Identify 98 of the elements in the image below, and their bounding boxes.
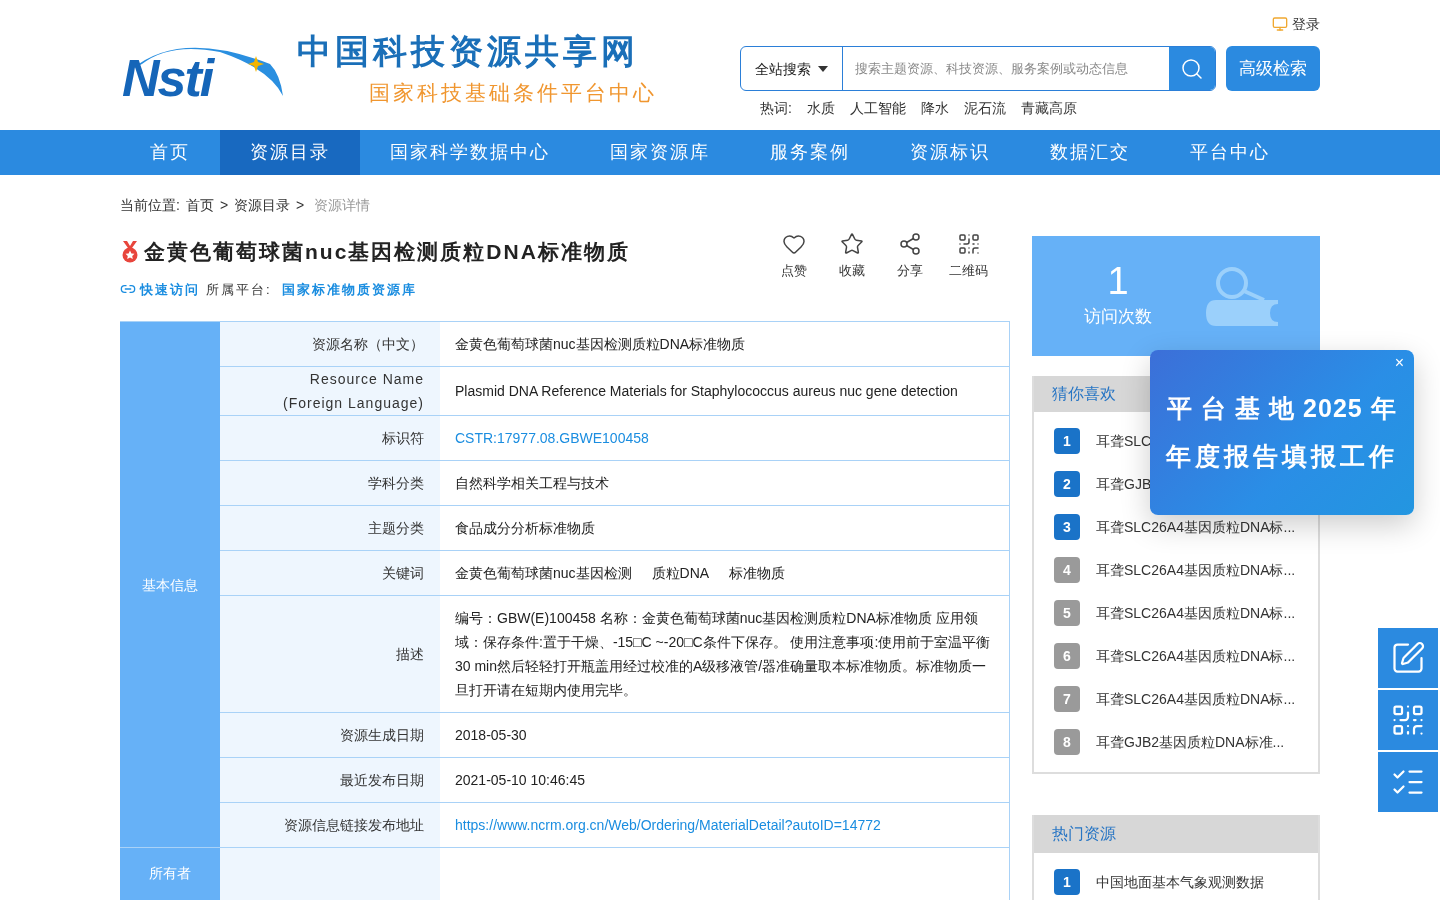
visit-count: 1 xyxy=(1107,262,1129,301)
group-header: 所有者 xyxy=(120,848,220,900)
medal-icon xyxy=(120,240,140,263)
field-value: 食品成分分析标准物质 xyxy=(455,519,595,538)
field-value: 2018-05-30 xyxy=(455,726,527,745)
nav-tab[interactable]: 国家科学数据中心 xyxy=(360,130,580,175)
platform-link[interactable]: 国家标准物质资源库 xyxy=(281,279,417,299)
resource-link[interactable]: 耳聋SLC26A4基因质粒DNA标... xyxy=(1096,689,1296,709)
hot-word-link[interactable]: 降水 xyxy=(920,98,949,118)
field-label: 描述 xyxy=(220,596,440,712)
search-button[interactable] xyxy=(1169,47,1215,90)
panel-title: 热门资源 xyxy=(1052,824,1116,844)
resource-link[interactable]: 耳聋SLC26A4基因质粒DNA标... xyxy=(1096,560,1296,580)
field-value: 编号：GBW(E)100458 名称：金黄色葡萄球菌nuc基因检测质粒DNA标准物质 应用领域：保存条件:置于干燥、-15□C ~-20□C条件下保存。 使用注意事项:使用前于室温平衡30 min然后轻轻打开瓶盖用经过校准的A级移液管/器准确量取本标准物质。标准物质一旦打开请在短期内使用完毕。 xyxy=(455,609,992,700)
resource-link[interactable]: 耳聋SLC26A4基因质粒DNA标... xyxy=(1096,603,1296,623)
hot-words-label: 热词: xyxy=(760,99,792,118)
visit-label: 访问次数 xyxy=(1084,306,1152,329)
breadcrumb-link[interactable]: 首页 xyxy=(185,195,214,215)
field-label: 标识符 xyxy=(220,416,440,460)
heart-icon xyxy=(782,232,806,256)
breadcrumb-link[interactable]: 资源目录 xyxy=(234,195,291,215)
action-button[interactable]: 收藏 xyxy=(833,232,871,299)
qr-code-icon xyxy=(956,232,981,256)
side-tool-button[interactable] xyxy=(1378,690,1438,750)
search-icon xyxy=(1180,56,1204,81)
notice-popup[interactable]: × 平 台 基 地 2025 年 年度报告填报工作 xyxy=(1150,350,1414,515)
action-button[interactable]: 二维码 xyxy=(949,232,988,299)
qr-code-icon xyxy=(1390,702,1426,738)
nav-tab[interactable]: 国家资源库 xyxy=(580,130,740,175)
rank-badge: 6 xyxy=(1054,643,1080,669)
site-title: 中国科技资源共享网 xyxy=(297,31,640,72)
monitor-icon xyxy=(1272,16,1288,32)
field-label: 最近发布日期 xyxy=(220,758,440,802)
breadcrumb-separator: > xyxy=(296,196,305,215)
search-scope-dropdown[interactable]: 全站搜索 xyxy=(741,47,843,90)
rank-badge: 4 xyxy=(1054,557,1080,583)
edit-icon xyxy=(1390,640,1426,676)
action-button[interactable]: 点赞 xyxy=(775,232,813,299)
side-tool-button[interactable] xyxy=(1378,752,1438,812)
resource-link[interactable]: 耳聋GJB2基因质粒DNA标准... xyxy=(1096,732,1285,752)
keyword: 金黄色葡萄球菌nuc基因检测 xyxy=(455,564,632,583)
nav-tab[interactable]: 服务案例 xyxy=(740,130,880,175)
rank-badge: 7 xyxy=(1054,686,1080,712)
keyword: 标准物质 xyxy=(729,564,786,583)
resource-title: 金黄色葡萄球菌nuc基因检测质粒DNA标准物质 xyxy=(144,239,630,265)
rank-badge: 8 xyxy=(1054,729,1080,755)
nav-tab[interactable]: 平台中心 xyxy=(1160,130,1300,175)
notice-text: 年度报告填报工作 xyxy=(1166,440,1398,472)
rank-badge: 3 xyxy=(1054,514,1080,540)
field-label: 学科分类 xyxy=(220,461,440,505)
site-subtitle: 国家科技基础条件平台中心 xyxy=(369,79,657,106)
field-value: 2021-05-10 10:46:45 xyxy=(455,771,585,790)
resource-link[interactable]: 耳聋GJB xyxy=(1096,474,1152,494)
resource-link[interactable]: 耳聋SLC xyxy=(1096,431,1152,451)
platform-label: 所属平台: xyxy=(206,280,272,299)
resource-link[interactable]: 中国地面基本气象观测数据 xyxy=(1096,872,1264,892)
rank-badge: 2 xyxy=(1054,471,1080,497)
search-bar[interactable]: 全站搜索 搜索主题资源、科技资源、服务案例或动态信息 xyxy=(740,46,1216,91)
notice-text: 平 台 基 地 2025 年 xyxy=(1167,393,1397,424)
field-value: 自然科学相关工程与技术 xyxy=(455,474,609,493)
field-label: 资源名称（中文） xyxy=(220,322,440,366)
field-link[interactable]: https://www.ncrm.org.cn/Web/Ordering/MaterialDetail?autoID=14772 xyxy=(455,813,881,837)
hot-word-link[interactable]: 青藏高原 xyxy=(1020,98,1077,118)
keyword: 质粒DNA xyxy=(651,564,710,583)
field-label: 资源信息链接发布地址 xyxy=(220,803,440,847)
quick-access-link[interactable]: 快速访问 xyxy=(120,279,200,299)
rank-badge: 5 xyxy=(1054,600,1080,626)
search-field[interactable]: 搜索主题资源、科技资源、服务案例或动态信息 xyxy=(843,47,1169,90)
book-search-icon xyxy=(1204,266,1280,326)
field-label: 关键词 xyxy=(220,551,440,595)
field-label: 主题分类 xyxy=(220,506,440,550)
breadcrumb-separator: > xyxy=(219,196,229,215)
nav-tab[interactable]: 首页 xyxy=(120,130,220,175)
hot-word-link[interactable]: 水质 xyxy=(806,98,835,118)
resource-link[interactable]: 耳聋SLC26A4基因质粒DNA标... xyxy=(1096,517,1296,537)
star-icon xyxy=(840,232,864,256)
panel-title: 猜你喜欢 xyxy=(1052,384,1116,404)
rank-badge: 1 xyxy=(1054,428,1080,454)
login-link[interactable]: 登录 xyxy=(1272,14,1320,34)
hot-word-link[interactable]: 人工智能 xyxy=(849,98,906,118)
field-label: 资源生成日期 xyxy=(220,713,440,757)
field-value: Plasmid DNA Reference Materials for Staphylococcus aureus nuc gene detection xyxy=(455,382,958,401)
breadcrumb-label: 当前位置: xyxy=(120,196,180,215)
resource-link[interactable]: 耳聋SLC26A4基因质粒DNA标... xyxy=(1096,646,1296,666)
advanced-search-button[interactable]: 高级检索 xyxy=(1226,46,1320,91)
rank-badge: 1 xyxy=(1054,869,1080,895)
side-tool-button[interactable] xyxy=(1378,628,1438,688)
hot-word-link[interactable]: 泥石流 xyxy=(963,98,1006,118)
action-button[interactable]: 分享 xyxy=(891,232,929,299)
share-icon xyxy=(898,232,922,256)
nav-tab[interactable]: 数据汇交 xyxy=(1020,130,1160,175)
field-label: Resource Name (Foreign Language) xyxy=(220,367,440,415)
field-value: 金黄色葡萄球菌nuc基因检测质粒DNA标准物质 xyxy=(455,335,746,354)
caret-icon xyxy=(818,65,828,72)
nav-tab[interactable]: 资源标识 xyxy=(880,130,1020,175)
nav-tab[interactable]: 资源目录 xyxy=(220,130,360,175)
field-link[interactable]: CSTR:17977.08.GBWE100458 xyxy=(455,426,649,450)
group-header: 基本信息 xyxy=(120,322,220,847)
